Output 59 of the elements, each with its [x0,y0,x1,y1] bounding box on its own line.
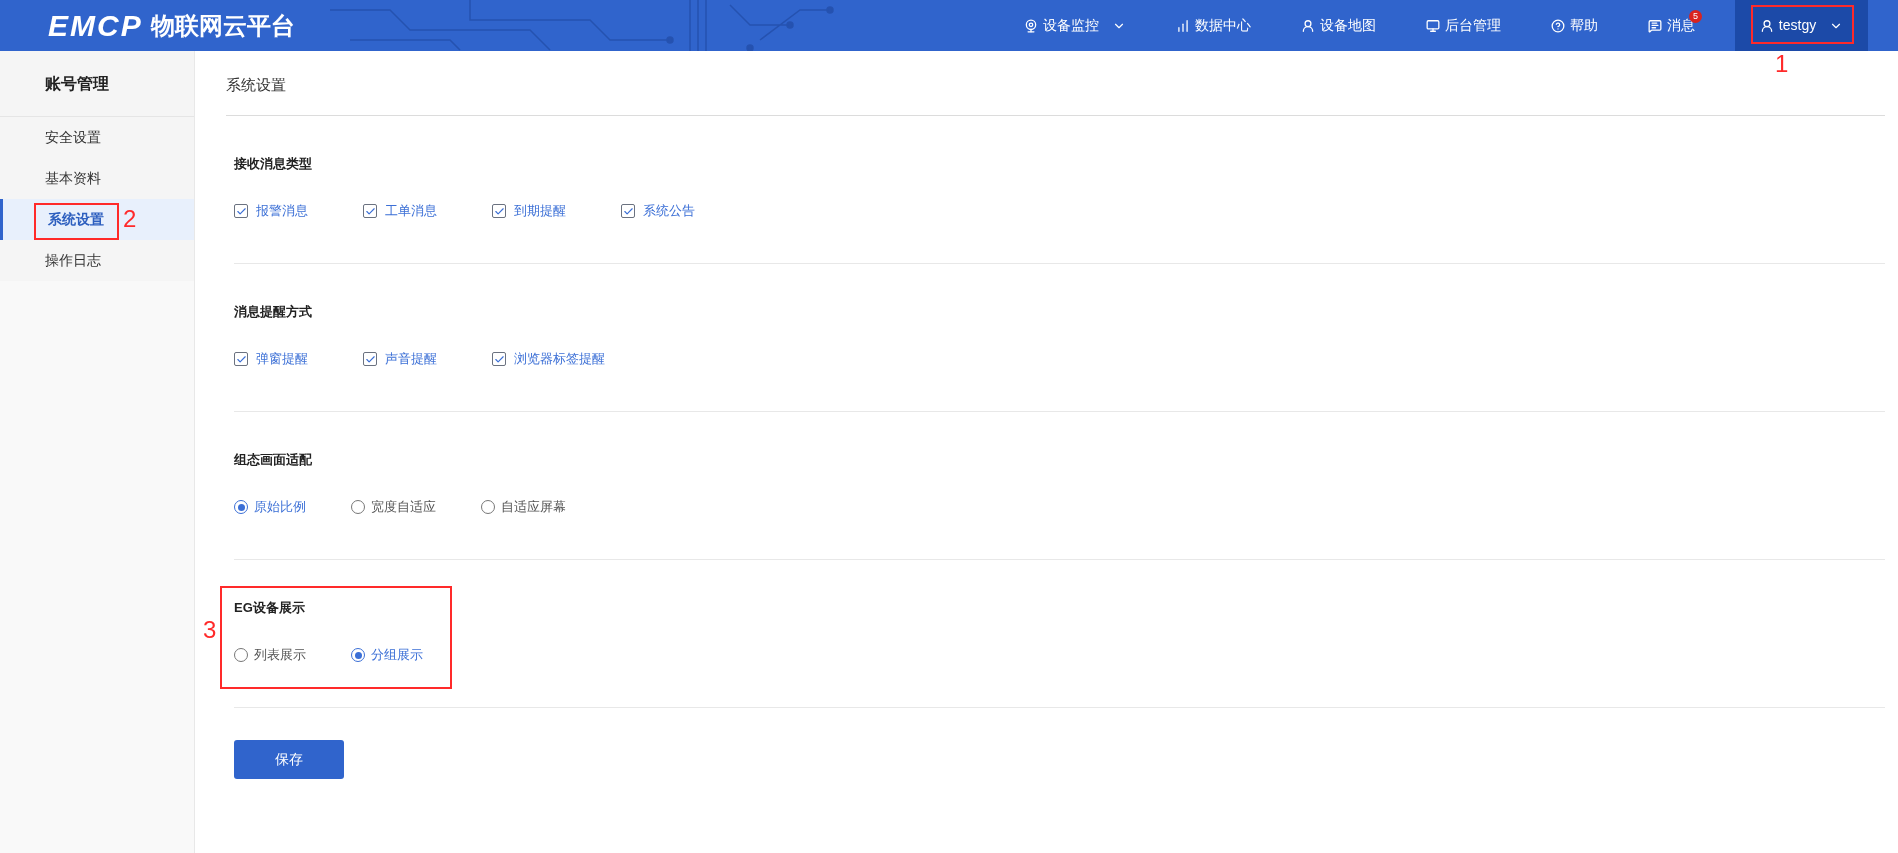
radio-button[interactable] [234,500,248,514]
check-icon [364,353,376,365]
section-title: 组态画面适配 [234,451,313,469]
platform-name: 物联网云平台 [150,10,295,41]
radio-option[interactable]: 原始比例 [234,497,306,517]
check-icon [235,353,247,365]
nav-item[interactable]: 后台管理 [1401,0,1526,51]
page-title: 系统设置 [226,75,287,95]
checkbox[interactable] [234,352,248,366]
sidebar-item[interactable]: 操作日志 [0,240,194,281]
checkbox-option[interactable]: 弹窗提醒 [234,349,308,369]
section-title: EG设备展示 [234,599,306,617]
sidebar-item[interactable]: 基本资料 [0,158,194,199]
check-icon [493,353,505,365]
logo: EMCP [48,8,143,44]
check-icon [622,205,634,217]
radio-button[interactable] [351,500,365,514]
check-icon [493,205,505,217]
radio-option[interactable]: 宽度自适应 [351,497,436,517]
sidebar-title: 账号管理 [45,73,109,94]
radio-option[interactable]: 分组展示 [351,645,423,665]
radio-button[interactable] [481,500,495,514]
user-icon [1759,18,1774,33]
checkbox[interactable] [492,352,506,366]
checkbox-option[interactable]: 工单消息 [363,201,437,221]
bar-chart-icon [1176,18,1190,33]
sidebar-item[interactable]: 安全设置 [0,117,194,158]
nav-item[interactable]: 设备地图 [1276,0,1401,51]
checkbox-option[interactable]: 浏览器标签提醒 [492,349,605,369]
checkbox[interactable] [234,204,248,218]
user-icon [1301,18,1315,33]
checkbox[interactable] [492,204,506,218]
section-title: 消息提醒方式 [234,303,313,321]
checkbox[interactable] [621,204,635,218]
annotation-number: 2 [123,207,137,231]
help-icon [1551,18,1565,33]
webcam-icon [1024,18,1038,33]
save-button[interactable]: 保存 [234,740,344,779]
checkbox[interactable] [363,204,377,218]
check-icon [364,205,376,217]
message-icon [1648,18,1662,33]
nav-item[interactable]: 数据中心 [1151,0,1276,51]
check-icon [235,205,247,217]
annotation-number: 1 [1775,52,1789,76]
radio-option[interactable]: 列表展示 [234,645,306,665]
checkbox-option[interactable]: 声音提醒 [363,349,437,369]
radio-button[interactable] [234,648,248,662]
nav-item[interactable]: 设备监控 [999,0,1151,51]
radio-button[interactable] [351,648,365,662]
nav-item[interactable]: 帮助 [1526,0,1623,51]
annotation-number: 3 [203,618,217,642]
sidebar-item[interactable]: 系统设置 2 [0,199,194,240]
checkbox-option[interactable]: 系统公告 [621,201,695,221]
monitor-icon [1426,18,1440,33]
checkbox-option[interactable]: 到期提醒 [492,201,566,221]
checkbox-option[interactable]: 报警消息 [234,201,308,221]
radio-option[interactable]: 自适应屏幕 [481,497,566,517]
section-title: 接收消息类型 [234,155,313,173]
checkbox[interactable] [363,352,377,366]
